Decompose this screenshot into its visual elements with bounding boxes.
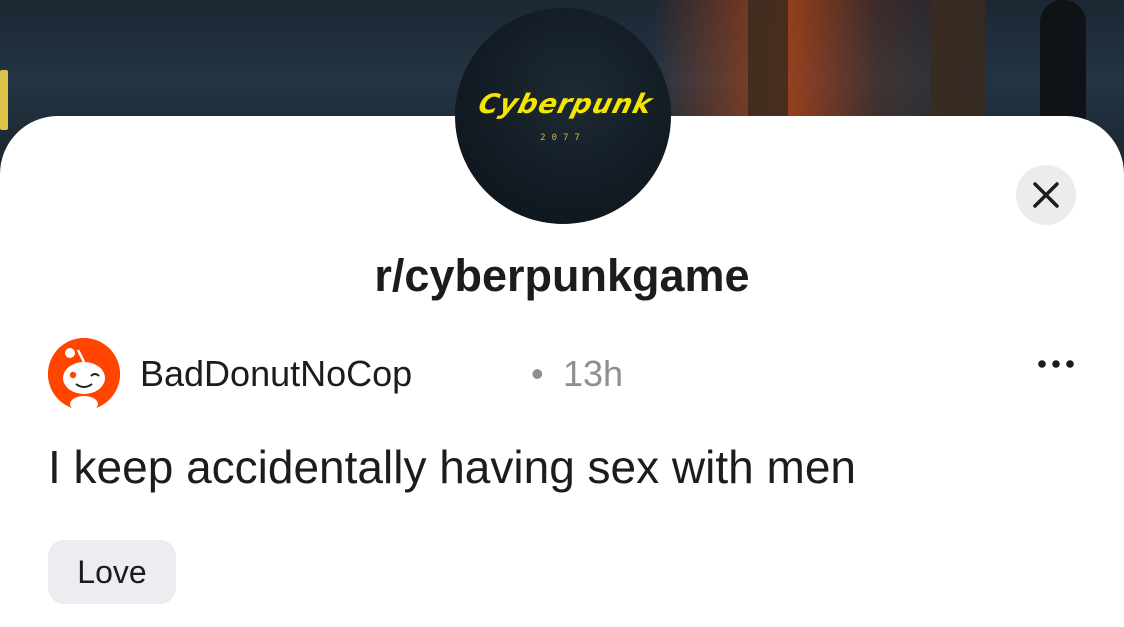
- more-options-button[interactable]: [1034, 352, 1078, 376]
- post-title[interactable]: I keep accidentally having sex with men: [48, 440, 856, 494]
- author-username[interactable]: BadDonutNoCop: [140, 353, 412, 395]
- community-name[interactable]: r/cyberpunkgame: [0, 250, 1124, 302]
- community-logo-subtext: 2077: [540, 133, 586, 143]
- community-avatar[interactable]: Cyberpunk 2077: [455, 8, 671, 224]
- community-logo-text: Cyberpunk: [475, 88, 657, 120]
- close-button[interactable]: [1016, 165, 1076, 225]
- post-time: 13h: [563, 353, 624, 394]
- post-header: BadDonutNoCop • 13h: [48, 338, 1078, 412]
- close-icon: [1033, 182, 1059, 208]
- author-avatar[interactable]: [48, 338, 120, 412]
- banner-figure: [1040, 0, 1086, 125]
- more-options-icon: [1038, 360, 1074, 368]
- post-flair[interactable]: Love: [48, 540, 176, 604]
- banner-pillar: [930, 0, 985, 116]
- snoo-avatar-icon: [48, 338, 120, 412]
- banner-pillar: [748, 0, 788, 116]
- banner-light: [0, 70, 8, 130]
- meta-separator: •: [531, 353, 544, 394]
